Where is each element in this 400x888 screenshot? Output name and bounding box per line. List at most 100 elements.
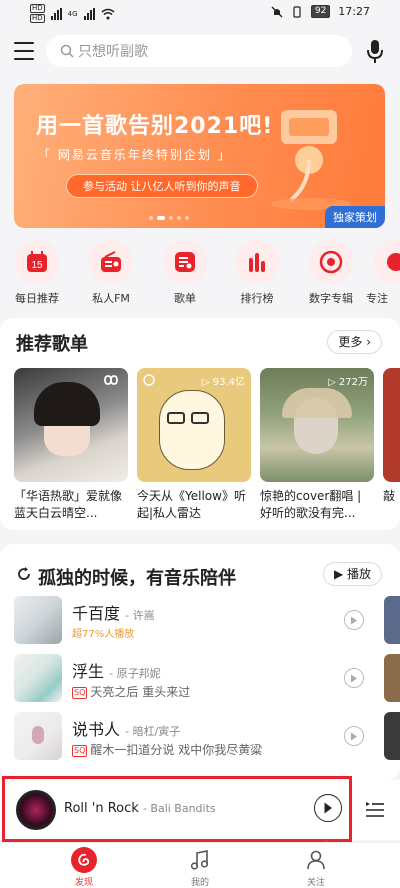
section-title: 孤独的时候，有音乐陪伴 (38, 568, 236, 589)
network-label: 4G (67, 9, 78, 18)
playlist-title: 今天从《Yellow》听起|私人雷达 (137, 489, 246, 520)
search-placeholder: 只想听副歌 (78, 44, 148, 60)
playlist-card[interactable]: 敲 (383, 368, 400, 522)
menu-icon[interactable] (14, 42, 34, 60)
battery-indicator: 92 (310, 5, 331, 18)
song-row[interactable]: 浮生 - 原子邦妮 SQ 天亮之后 重头来过 (14, 654, 370, 706)
now-playing-cover (16, 790, 56, 830)
radio-icon (101, 251, 121, 272)
shortcut-charts[interactable]: 排行榜 (222, 240, 292, 306)
banner-title: 用一首歌告别2021吧! (36, 114, 274, 139)
microphone-icon[interactable] (364, 38, 386, 66)
section-title: 推荐歌单 (16, 334, 88, 355)
shortcut-daily[interactable]: 15 每日推荐 (2, 240, 72, 306)
shortcut-label: 排行榜 (240, 292, 274, 305)
banner-tag: 独家策划 (325, 206, 385, 228)
playlist-cover: ▷ 93.4亿 (137, 368, 251, 482)
sq-badge: SQ (72, 745, 88, 757)
svg-text:15: 15 (31, 260, 43, 271)
song-row[interactable]: 千百度 - 许嵩 超77%人播放 (14, 596, 370, 648)
signal-icon (50, 7, 62, 20)
tab-follow[interactable]: 关注 (276, 847, 356, 888)
shortcut-label: 数字专辑 (309, 292, 353, 305)
signal-icon (83, 7, 95, 20)
mute-icon (271, 6, 283, 17)
song-play-button[interactable] (344, 668, 364, 688)
more-button[interactable]: 更多 › (327, 330, 382, 354)
shortcut-label: 每日推荐 (15, 292, 59, 305)
shortcut-row: 15 每日推荐 私人FM 歌单 排行榜 数字专辑 专注 (0, 240, 400, 306)
song-artist: - 许嵩 (125, 609, 155, 622)
song-artist: - 原子邦妮 (109, 667, 161, 680)
playlist-card[interactable]: 「华语热歌」爱就像蓝天白云晴空... (14, 368, 128, 522)
play-count: ▷ 272万 (328, 377, 368, 388)
playlist-title: 「华语热歌」爱就像蓝天白云晴空... (14, 489, 123, 520)
playlist-title: 敲 (383, 489, 396, 503)
tab-label: 发现 (74, 878, 93, 888)
shortcut-label: 私人FM (92, 292, 130, 305)
song-cover (14, 654, 62, 702)
shortcut-focus[interactable]: 专注 (366, 240, 400, 306)
hd-badge: HD (30, 14, 45, 23)
tab-mine[interactable]: 我的 (160, 847, 240, 888)
mini-player[interactable]: Roll 'n Rock - Bali Bandits (0, 780, 400, 840)
more-label: 更多 (338, 335, 363, 349)
playlist-card[interactable]: ▷ 93.4亿 今天从《Yellow》听起|私人雷达 (137, 368, 251, 522)
now-playing-artist: - Bali Bandits (142, 802, 216, 815)
play-pause-button[interactable] (314, 794, 342, 822)
play-all-button[interactable]: ▶ 播放 (322, 562, 382, 586)
shortcut-playlist[interactable]: 歌单 (150, 240, 220, 306)
playlist-cover (14, 368, 128, 482)
radar-icon (143, 374, 155, 386)
play-icon (351, 616, 357, 624)
bottom-tab-bar: 发现 我的 关注 (0, 842, 400, 888)
song-cover (384, 654, 400, 702)
refresh-icon[interactable] (16, 566, 32, 582)
sq-badge: SQ (72, 687, 88, 699)
user-icon (307, 850, 325, 870)
top-bar: 只想听副歌 (0, 26, 400, 78)
promo-banner[interactable]: 用一首歌告别2021吧! 「 网易云音乐年终特别企划 」 参与活动 让八亿人听到… (14, 84, 385, 228)
song-play-button[interactable] (344, 610, 364, 630)
hd-badge: HD (30, 4, 45, 13)
queue-icon[interactable] (366, 802, 384, 818)
shortcut-label: 歌单 (174, 292, 196, 305)
banner-pager (149, 216, 189, 220)
now-playing-title: Roll 'n Rock - Bali Bandits (64, 801, 216, 816)
search-icon (60, 44, 74, 58)
tab-discover[interactable]: 发现 (44, 847, 124, 888)
song-title: 千百度 - 许嵩 (72, 604, 155, 623)
song-row[interactable]: 说书人 - 暗杠/寅子 SQ 醒木一扣道分说 戏中你我尽黄粱 (14, 712, 370, 764)
song-artist: - 暗杠/寅子 (125, 725, 181, 738)
song-cover (384, 712, 400, 760)
wifi-icon (101, 8, 115, 19)
chart-icon (249, 253, 265, 272)
status-bar: HD HD 4G 92 17:27 (0, 0, 400, 26)
play-icon (351, 674, 357, 682)
clock: 17:27 (338, 5, 370, 18)
song-cover (384, 596, 400, 644)
banner-cta-button[interactable]: 参与活动 让八亿人听到你的声音 (66, 174, 258, 198)
play-count: ▷ 93.4亿 (201, 377, 245, 388)
album-icon (319, 250, 343, 274)
song-title: 浮生 - 原子邦妮 (72, 662, 161, 681)
tab-label: 我的 (190, 878, 209, 888)
vibrate-icon (293, 5, 301, 18)
search-input[interactable]: 只想听副歌 (46, 35, 352, 67)
netease-logo-icon (71, 847, 97, 873)
playlist-title: 惊艳的cover翻唱 | 好听的歌没有完... (260, 489, 362, 520)
playlist-icon (175, 252, 195, 272)
shortcut-fm[interactable]: 私人FM (76, 240, 146, 306)
song-title: 说书人 - 暗杠/寅子 (72, 720, 181, 739)
song-play-button[interactable] (344, 726, 364, 746)
song-subtitle: 超77%人播放 (72, 629, 135, 640)
playlist-cover: ▷ 272万 (260, 368, 374, 482)
song-subtitle: SQ 醒木一扣道分说 戏中你我尽黄粱 (72, 743, 263, 757)
playlist-card[interactable]: ▷ 272万 惊艳的cover翻唱 | 好听的歌没有完... (260, 368, 374, 522)
focus-icon (387, 253, 400, 271)
shortcut-album[interactable]: 数字专辑 (296, 240, 366, 306)
gramophone-illustration (271, 110, 351, 210)
infinity-icon (104, 375, 118, 385)
song-subtitle: SQ 天亮之后 重头来过 (72, 685, 191, 699)
play-all-label: 播放 (346, 567, 371, 581)
